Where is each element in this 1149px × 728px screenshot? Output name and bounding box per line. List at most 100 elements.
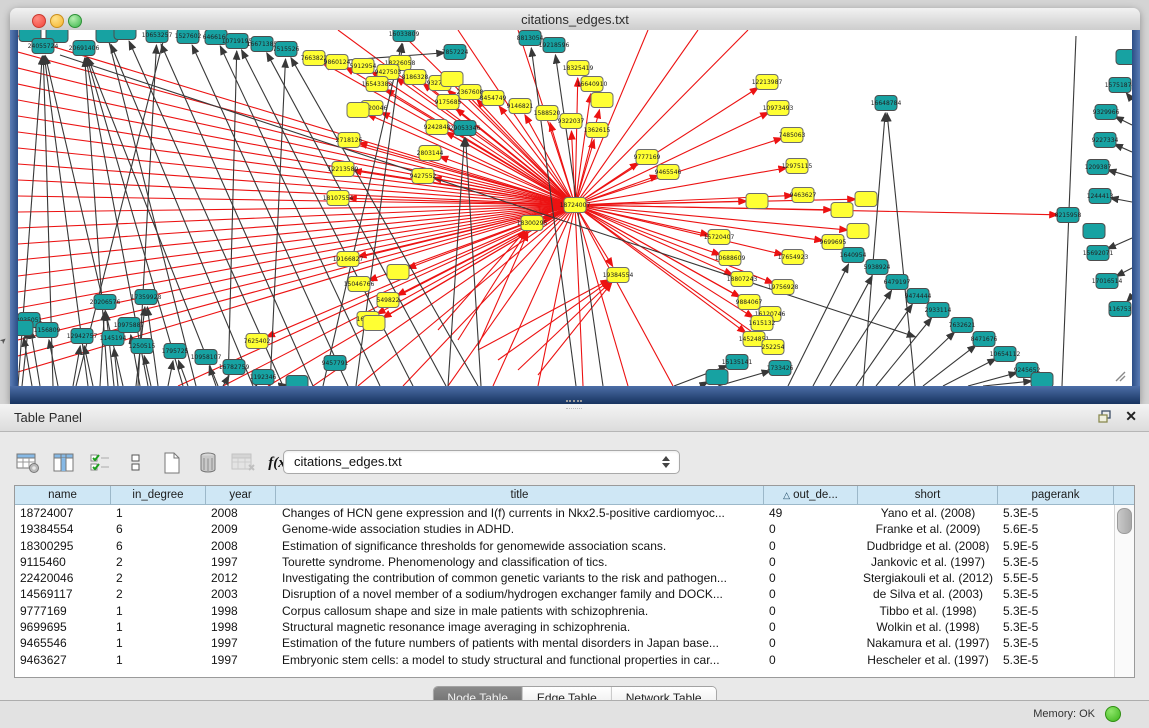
table-cell[interactable]: 2009 [206,521,276,537]
graph-edge-black[interactable] [220,46,380,386]
graph-node[interactable]: 10688609 [715,251,746,266]
graph-edge-red[interactable] [575,205,823,241]
table-cell[interactable]: 2008 [206,505,276,521]
graph-node[interactable]: 9465546 [655,165,682,180]
table-cell[interactable]: 2 [111,586,206,602]
graph-node[interactable]: 549822 [377,293,400,308]
graph-node[interactable] [1116,50,1132,65]
table-cell[interactable]: 5.5E-5 [998,570,1114,586]
graph-node[interactable]: 10973493 [763,101,794,116]
graph-edge-black[interactable] [1126,93,1132,100]
table-cell[interactable]: 0 [764,586,858,602]
graph-edge-black[interactable] [270,59,286,386]
graph-node[interactable]: 12213589 [328,162,359,177]
graph-node[interactable]: 9463627 [790,188,817,203]
graph-node[interactable]: 16782759 [219,360,250,375]
table-cell[interactable]: Franke et al. (2009) [858,521,998,537]
graph-node[interactable]: 15135141 [722,355,753,370]
table-cell[interactable]: 18300295 [15,538,111,554]
table-cell[interactable]: 22420046 [15,570,111,586]
float-panel-icon[interactable] [1098,410,1113,424]
table-cell[interactable]: 0 [764,538,858,554]
graph-node[interactable]: 9427552 [410,169,437,184]
graph-node[interactable]: 5938924 [864,260,891,275]
graph-node[interactable]: 15720407 [704,230,735,245]
table-row[interactable]: 1872400712008Changes of HCN gene express… [15,505,1114,521]
graph-node[interactable]: 10654112 [990,347,1021,362]
graph-node[interactable]: 24055724 [28,39,59,54]
graph-node[interactable]: 9322037 [558,114,585,129]
network-canvas[interactable]: 2405572420691406106532571527602646616010… [18,30,1132,386]
scrollbar-thumb[interactable] [1117,508,1132,534]
table-cell[interactable]: 2003 [206,586,276,602]
graph-node[interactable] [1083,224,1105,239]
table-cell[interactable]: Tourette syndrome. Phenomenology and cla… [276,554,764,570]
graph-node[interactable]: 116753 [1109,302,1132,317]
graph-edge-black[interactable] [1127,296,1132,302]
column-header-pagerank[interactable]: pagerank [998,486,1114,504]
graph-node[interactable] [114,30,136,40]
graph-node[interactable]: 16648784 [871,96,902,111]
graph-node[interactable]: 1250515 [129,339,156,354]
graph-node[interactable]: 8471676 [971,332,998,347]
graph-edge-black[interactable] [813,276,872,386]
graph-node[interactable]: 19384554 [603,268,634,283]
graph-node[interactable]: 1156809 [34,323,61,338]
graph-node[interactable]: 2803144 [417,146,444,161]
graph-node[interactable]: 16543382 [362,77,393,92]
table-row[interactable]: 2242004622012Investigating the contribut… [15,570,1114,586]
graph-node[interactable]: 1588520 [534,106,561,121]
graph-edge-black[interactable] [256,385,257,386]
graph-node[interactable]: 8454749 [480,91,507,106]
graph-node[interactable] [847,224,869,239]
graph-node[interactable] [363,316,385,331]
table-cell[interactable]: 5.3E-5 [998,603,1114,619]
graph-node[interactable]: 7485063 [779,128,806,143]
table-cell[interactable]: Estimation of significance thresholds fo… [276,538,764,554]
graph-edge-red[interactable] [538,283,612,375]
column-header-in-degree[interactable]: in_degree [111,486,206,504]
table-cell[interactable]: 18724007 [15,505,111,521]
table-cell[interactable]: Wolkin et al. (1998) [858,619,998,635]
delete-icon[interactable] [194,449,221,477]
column-header-short[interactable]: short [858,486,998,504]
graph-edge-red[interactable] [18,205,575,260]
graph-edge-black[interactable] [178,360,188,386]
table-cell[interactable]: 1 [111,652,206,668]
table-cell[interactable]: 5.3E-5 [998,554,1114,570]
graph-edge-black[interactable] [100,312,104,386]
table-cell[interactable]: 1 [111,505,206,521]
graph-node[interactable] [746,194,768,209]
graph-edge-black[interactable] [1114,144,1132,152]
graph-node[interactable]: 16033809 [389,30,420,42]
graph-node[interactable]: 1615132 [749,316,776,331]
graph-node[interactable]: 7632621 [949,318,976,333]
graph-node[interactable]: 17359928 [131,290,162,305]
table-cell[interactable]: Disruption of a novel member of a sodium… [276,586,764,602]
table-cell[interactable]: 1997 [206,652,276,668]
graph-node[interactable]: 5912954 [350,59,377,74]
resize-grip-icon[interactable] [1114,370,1126,382]
table-cell[interactable]: 2 [111,554,206,570]
graph-node[interactable]: 9699695 [820,235,847,250]
graph-node[interactable]: 9884067 [736,295,763,310]
graph-edge-black[interactable] [876,318,932,386]
network-graph[interactable]: 2405572420691406106532571527602646616010… [18,30,1132,386]
table-cell[interactable]: Genome-wide association studies in ADHD. [276,521,764,537]
graph-node[interactable]: 252254 [762,340,785,355]
graph-edge-black[interactable] [31,330,40,386]
column-header-year[interactable]: year [206,486,276,504]
graph-edge-black[interactable] [1116,268,1132,276]
graph-node[interactable]: 15751874 [1105,78,1132,93]
vertical-scrollbar[interactable] [1114,505,1134,677]
table-cell[interactable]: 5.3E-5 [998,619,1114,635]
table-cell[interactable]: Estimation of the future numbers of pati… [276,635,764,651]
table-row[interactable]: 1830029562008Estimation of significance … [15,538,1114,554]
graph-edge-red[interactable] [313,205,575,386]
graph-node[interactable]: 1640954 [840,248,867,263]
graph-node[interactable]: 7857224 [442,45,469,60]
graph-node[interactable] [18,321,33,336]
splitter-grip[interactable] [566,400,582,409]
graph-node[interactable]: 1244413 [1087,189,1114,204]
graph-edge-black[interactable] [856,304,912,386]
